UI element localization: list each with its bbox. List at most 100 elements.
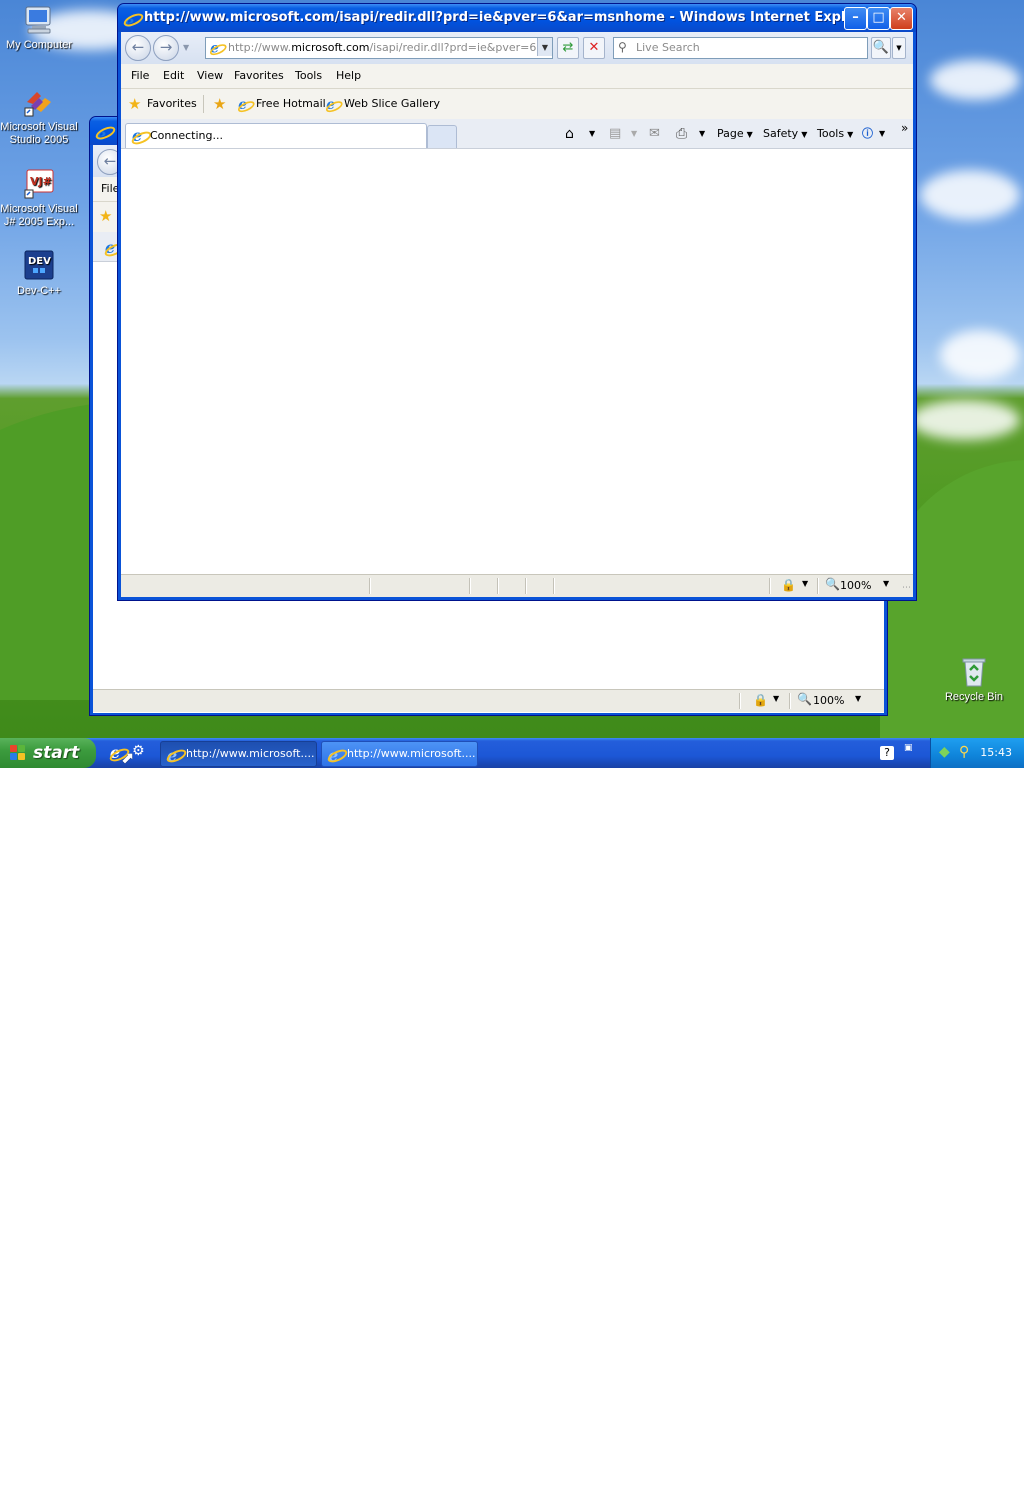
cloud <box>920 170 1020 220</box>
menu-favorites[interactable]: Favorites <box>234 64 284 88</box>
svg-text:VJ#: VJ# <box>30 175 52 188</box>
tab-connecting[interactable]: e Connecting... <box>125 123 427 149</box>
desktop-icon-dev-cpp[interactable]: DEV Dev-C++ <box>0 250 81 298</box>
recent-pages-chevron-icon[interactable]: ▼ <box>183 43 189 52</box>
status-separator <box>769 578 771 594</box>
task-label: http://www.microsoft.... <box>347 747 476 760</box>
menu-help[interactable]: Help <box>336 64 361 88</box>
network-icon[interactable]: ◆ <box>939 744 950 760</box>
address-dropdown-icon[interactable]: ▼ <box>537 38 552 56</box>
status-separator <box>739 693 741 709</box>
tab-row: e Connecting... ⌂ ▼ ▤ ▼ ✉ ⎙ ▼ Page ▼ Safe… <box>121 117 913 149</box>
mouse-cursor-icon: ⬈ <box>121 748 135 767</box>
desktop: My Computer Microsoft Visual Studio 2005… <box>0 0 1024 738</box>
minimize-button[interactable]: – <box>844 7 867 30</box>
desktop-icon-my-computer[interactable]: My Computer <box>0 4 81 52</box>
status-separator <box>369 578 371 594</box>
ie-task-icon: e <box>325 746 350 765</box>
cloud <box>930 60 1020 100</box>
search-options-chevron-icon[interactable]: ▼ <box>892 37 906 59</box>
back-button[interactable]: ← <box>125 35 151 61</box>
help-chevron-icon[interactable]: ▼ <box>879 123 885 145</box>
language-bar-restore-icon[interactable]: ▣ <box>904 744 913 753</box>
print-chevron-icon[interactable]: ▼ <box>699 123 705 145</box>
titlebar[interactable]: e http://www.microsoft.com/isapi/redir.d… <box>118 4 916 32</box>
stop-button[interactable]: ✕ <box>583 37 605 59</box>
menu-file[interactable]: File <box>131 64 149 88</box>
chevron-down-icon: ▼ <box>847 130 854 139</box>
search-input[interactable]: ⚲ Live Search <box>613 37 868 59</box>
nav-row: ← → ▼ e http://www.microsoft.com/isapi/r… <box>121 32 913 64</box>
ie-task-icon: e <box>164 746 189 765</box>
tools-menu-label: Tools <box>817 127 845 140</box>
windows-flag-icon <box>10 745 26 761</box>
visual-jsharp-icon: VJ# <box>23 168 55 200</box>
language-bar-help-icon[interactable]: ? <box>880 746 894 760</box>
close-button[interactable]: ✕ <box>890 7 913 30</box>
toolbar-overflow-icon[interactable]: » <box>901 117 908 139</box>
ie-link-icon: e <box>324 97 345 115</box>
dev-cpp-icon: DEV <box>23 250 55 282</box>
home-chevron-icon[interactable]: ▼ <box>589 123 595 145</box>
address-bar[interactable]: e http://www.microsoft.com/isapi/redir.d… <box>205 37 553 59</box>
desktop-icon-visual-studio[interactable]: Microsoft Visual Studio 2005 <box>0 86 81 147</box>
chevron-down-icon[interactable]: ▼ <box>883 579 889 588</box>
safety-menu-label: Safety <box>763 127 799 140</box>
fav-link-web-slice-gallery[interactable]: Web Slice Gallery <box>344 89 440 119</box>
feeds-icon[interactable]: ▤ <box>609 123 621 145</box>
menu-bar: File Edit View Favorites Tools Help <box>121 64 913 89</box>
task-label: http://www.microsoft.... <box>186 747 315 760</box>
desktop-icon-label: Microsoft Visual Studio 2005 <box>0 121 78 146</box>
ie-tab-icon: e <box>129 126 154 147</box>
chevron-down-icon[interactable]: ▼ <box>855 694 861 703</box>
favbar-divider <box>203 95 204 113</box>
maximize-button[interactable]: □ <box>867 7 890 30</box>
zoom-level[interactable]: 100% <box>840 575 871 597</box>
page-menu[interactable]: Page ▼ <box>717 123 753 145</box>
taskbar-task-ie-2[interactable]: e http://www.microsoft.... <box>321 741 478 767</box>
new-tab-button[interactable] <box>427 125 457 149</box>
home-icon[interactable]: ⌂ <box>565 123 574 145</box>
favorites-button[interactable]: Favorites <box>147 89 197 119</box>
favorites-bar: ★ Favorites ★ e Free Hotmail e Web Slice… <box>121 89 913 119</box>
forward-button[interactable]: → <box>153 35 179 61</box>
status-separator <box>469 578 471 594</box>
tab-label: Connecting... <box>150 129 223 142</box>
menu-tools[interactable]: Tools <box>295 64 322 88</box>
clock[interactable]: 15:43 <box>980 738 1012 768</box>
desktop-icon-visual-jsharp[interactable]: VJ# Microsoft Visual J# 2005 Exp... <box>0 168 81 229</box>
ie-page-icon: e <box>208 40 229 58</box>
chevron-down-icon[interactable]: ▼ <box>802 579 808 588</box>
desktop-icon-recycle-bin[interactable]: Recycle Bin <box>932 656 1016 704</box>
safety-menu[interactable]: Safety ▼ <box>763 123 807 145</box>
add-favorite-icon[interactable]: ★ <box>213 95 226 113</box>
menu-view[interactable]: View <box>197 64 223 88</box>
favorites-star-icon[interactable]: ★ <box>99 207 112 225</box>
chevron-down-icon[interactable]: ▼ <box>773 694 779 703</box>
dev-badge: DEV <box>28 256 51 267</box>
page-content-area[interactable] <box>121 148 913 577</box>
search-placeholder: Live Search <box>636 41 700 54</box>
desktop-icon-label: My Computer <box>5 39 73 51</box>
refresh-button[interactable]: ⇄ <box>557 37 579 59</box>
taskbar-task-ie-1[interactable]: e http://www.microsoft.... <box>160 741 317 767</box>
mail-icon[interactable]: ✉ <box>649 123 660 145</box>
help-icon[interactable]: ⓘ <box>862 123 873 145</box>
zoom-level[interactable]: 100% <box>813 690 844 712</box>
search-go-button[interactable]: 🔍 <box>871 37 891 59</box>
resize-grip-icon[interactable]: ⋯ <box>902 583 911 593</box>
tools-menu[interactable]: Tools ▼ <box>817 123 853 145</box>
taskbar: start e ⚙ ⬈ e http://www.microsoft.... e… <box>0 738 1024 768</box>
feeds-chevron-icon[interactable]: ▼ <box>631 123 637 145</box>
ie-window-foreground[interactable]: e http://www.microsoft.com/isapi/redir.d… <box>117 3 917 601</box>
protected-mode-icon[interactable]: 🔒 <box>781 578 796 592</box>
menu-edit[interactable]: Edit <box>163 64 184 88</box>
print-icon[interactable]: ⎙ <box>676 123 687 145</box>
status-separator <box>789 693 791 709</box>
protected-mode-icon[interactable]: 🔒 <box>753 693 768 707</box>
fav-link-free-hotmail[interactable]: Free Hotmail <box>256 89 326 119</box>
status-separator <box>553 578 555 594</box>
cloud <box>940 330 1020 380</box>
start-button[interactable]: start <box>0 738 96 768</box>
search-tray-icon[interactable]: ⚲ <box>959 744 969 760</box>
